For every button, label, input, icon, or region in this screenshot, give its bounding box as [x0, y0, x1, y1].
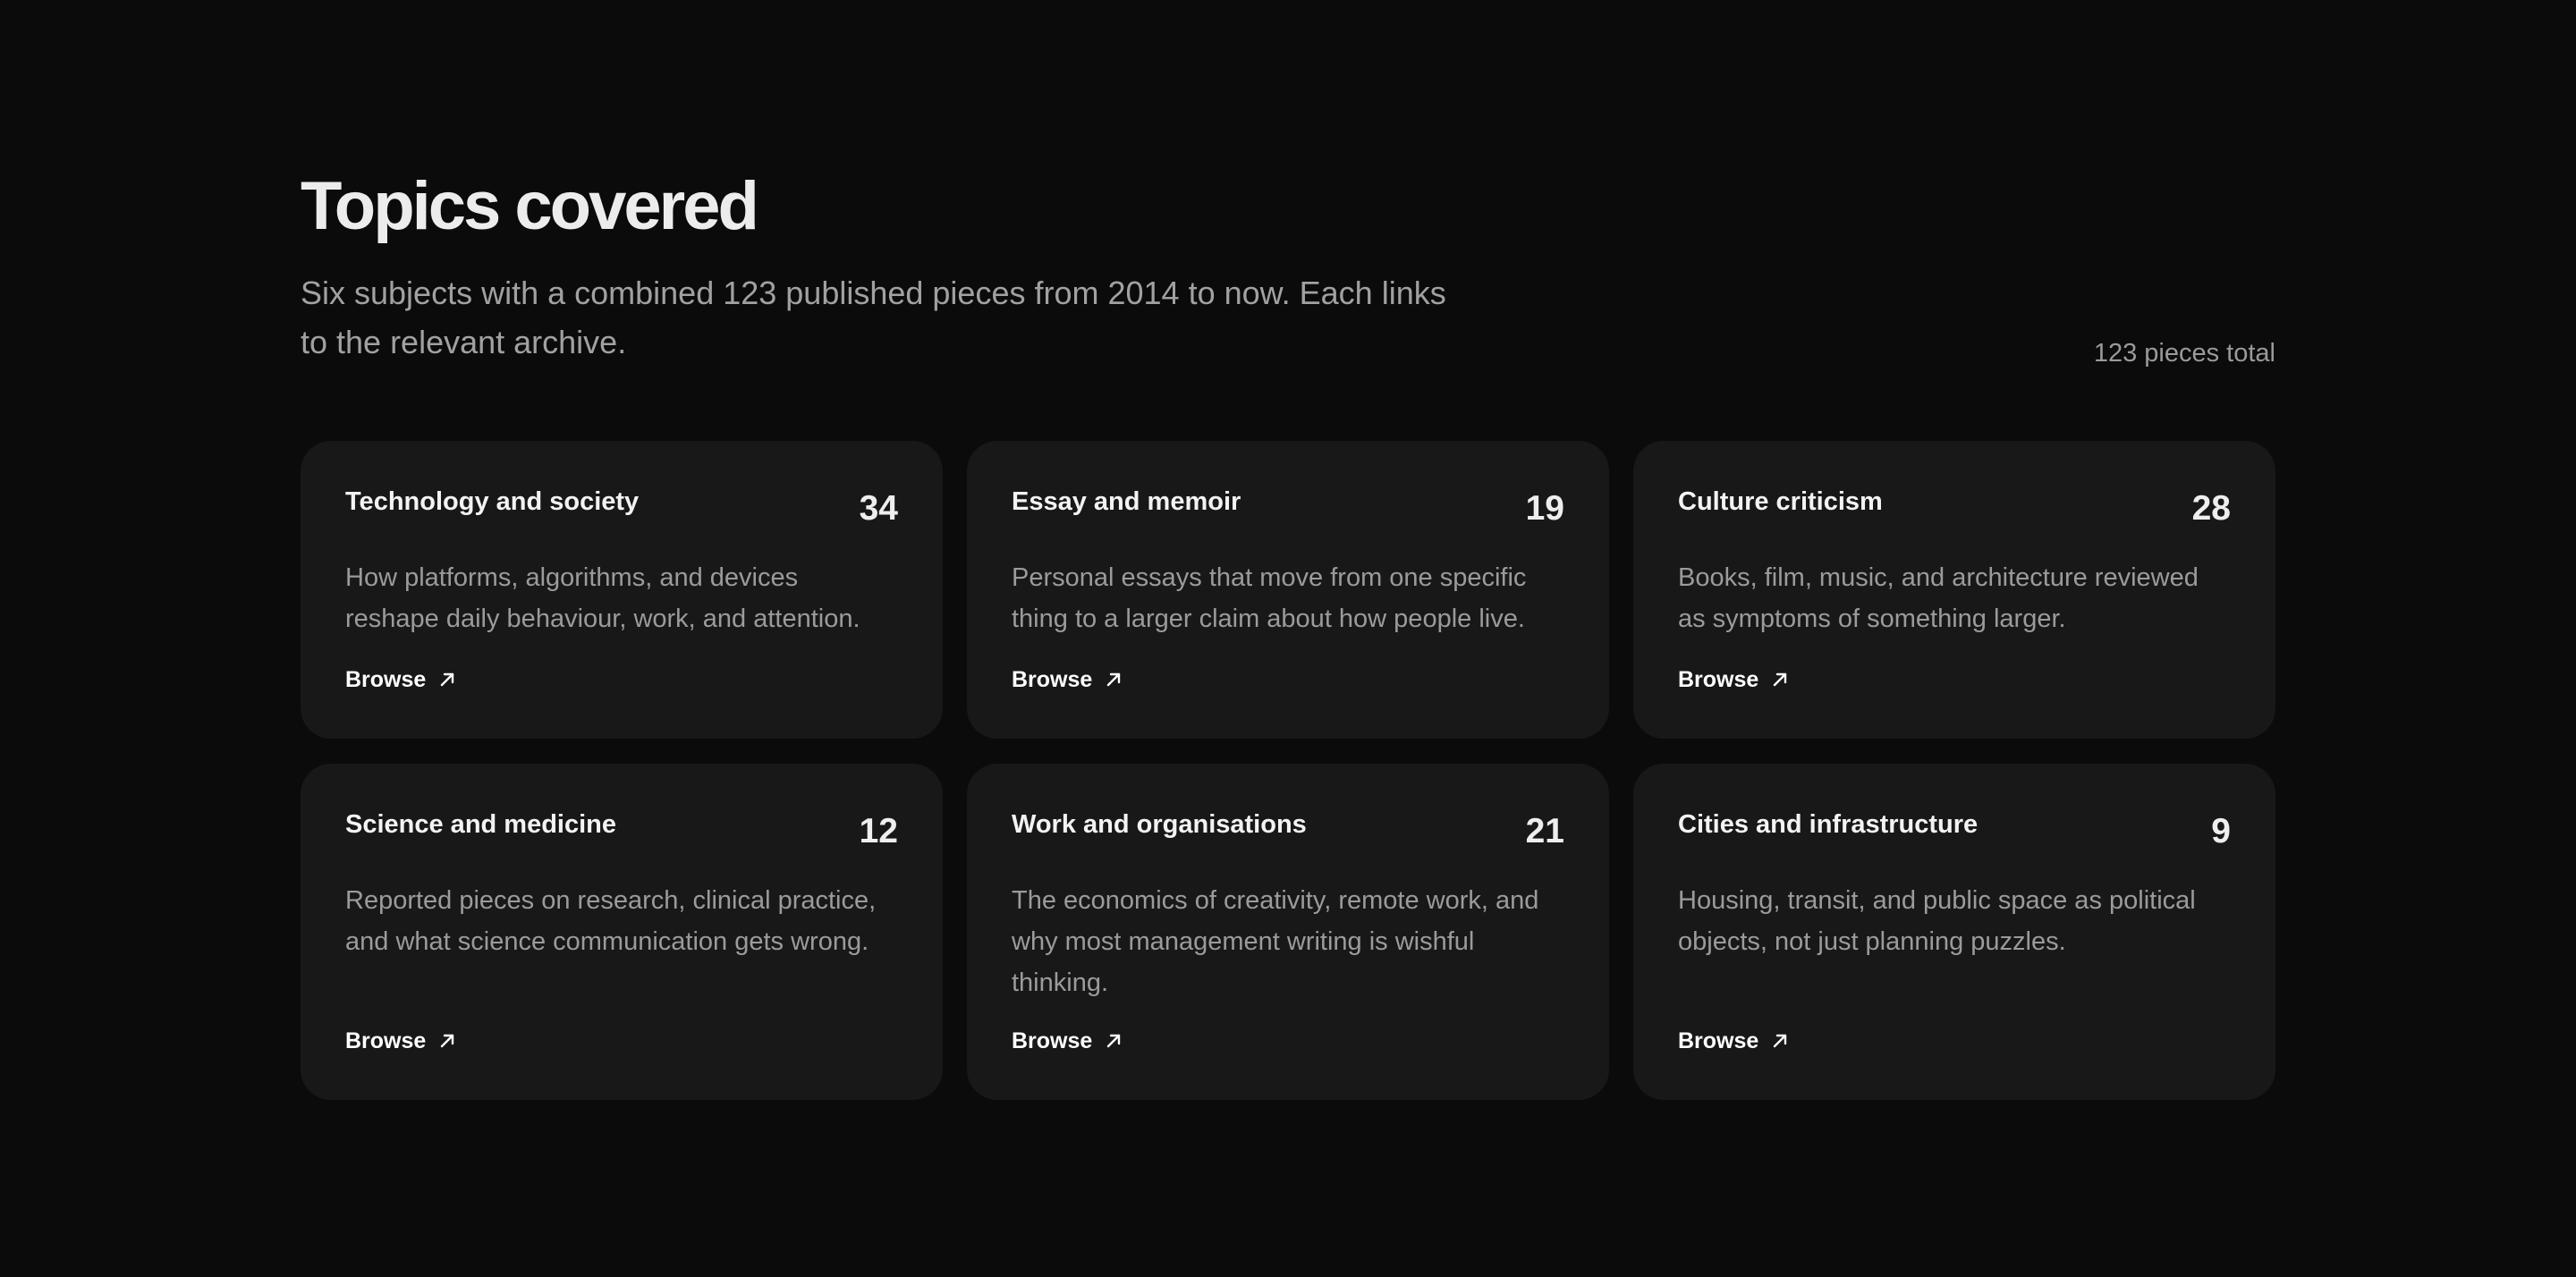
section-title: Topics covered: [301, 168, 759, 244]
topic-description: The economics of creativity, remote work…: [1012, 886, 1539, 997]
browse-label: Browse: [345, 667, 427, 692]
arrow-up-right-icon: [438, 671, 456, 689]
arrow-up-right-icon: [1105, 671, 1123, 689]
browse-link[interactable]: Browse: [1012, 1027, 1123, 1055]
topic-card-science: Science and medicine 12 Reported pieces …: [301, 764, 943, 1100]
topic-count: 28: [2191, 489, 2231, 528]
topic-card-work: Work and organisations 21 The economics …: [967, 764, 1609, 1100]
topic-title: Culture criticism: [1678, 487, 1883, 516]
arrow-up-right-icon: [1771, 1032, 1789, 1050]
topic-card-header: Culture criticism 28: [1678, 484, 2231, 530]
browse-link[interactable]: Browse: [345, 665, 456, 694]
arrow-up-right-icon: [1771, 671, 1789, 689]
topic-card-technology: Technology and society 34 How platforms,…: [301, 441, 943, 739]
browse-link[interactable]: Browse: [1012, 665, 1123, 694]
topic-card-essay: Essay and memoir 19 Personal essays that…: [967, 441, 1609, 739]
browse-label: Browse: [1678, 1028, 1759, 1053]
section-subtitle: Six subjects with a combined 123 publish…: [301, 275, 1446, 360]
topic-description: Personal essays that move from one speci…: [1012, 563, 1527, 633]
topic-count: 21: [1525, 812, 1564, 850]
topic-card-cities: Cities and infrastructure 9 Housing, tra…: [1633, 764, 2275, 1100]
topic-card-header: Cities and infrastructure 9: [1678, 807, 2231, 853]
topic-card-header: Essay and memoir 19: [1012, 484, 1564, 530]
topic-count: 34: [859, 489, 898, 528]
browse-link[interactable]: Browse: [1678, 665, 1789, 694]
topic-card-header: Technology and society 34: [345, 484, 898, 530]
topic-title: Work and organisations: [1012, 810, 1307, 839]
topic-description: Housing, transit, and public space as po…: [1678, 886, 2196, 956]
topic-count: 19: [1525, 489, 1564, 528]
arrow-up-right-icon: [438, 1032, 456, 1050]
browse-link[interactable]: Browse: [1678, 1027, 1789, 1055]
topic-description: How platforms, algorithms, and devices r…: [345, 563, 860, 633]
topic-card-culture: Culture criticism 28 Books, film, music,…: [1633, 441, 2275, 739]
topic-title: Technology and society: [345, 487, 640, 516]
topics-grid: Technology and society 34 How platforms,…: [301, 441, 2275, 1100]
total-count-label: 123 pieces total: [2093, 339, 2275, 368]
browse-label: Browse: [1012, 1028, 1093, 1053]
topic-count: 12: [859, 812, 898, 850]
section-header: Topics covered Six subjects with a combi…: [301, 168, 2275, 441]
topic-card-header: Work and organisations 21: [1012, 807, 1564, 853]
topics-section: Topics covered Six subjects with a combi…: [301, 168, 2275, 1100]
topic-description: Books, film, music, and architecture rev…: [1678, 563, 2199, 633]
browse-label: Browse: [1678, 667, 1759, 692]
topic-title: Cities and infrastructure: [1678, 810, 1979, 839]
topic-count: 9: [2211, 812, 2231, 850]
topic-card-header: Science and medicine 12: [345, 807, 898, 853]
topic-title: Science and medicine: [345, 810, 617, 839]
topic-description: Reported pieces on research, clinical pr…: [345, 886, 877, 956]
arrow-up-right-icon: [1105, 1032, 1123, 1050]
topic-title: Essay and memoir: [1012, 487, 1241, 516]
browse-label: Browse: [1012, 667, 1093, 692]
browse-label: Browse: [345, 1028, 427, 1053]
browse-link[interactable]: Browse: [345, 1027, 456, 1055]
